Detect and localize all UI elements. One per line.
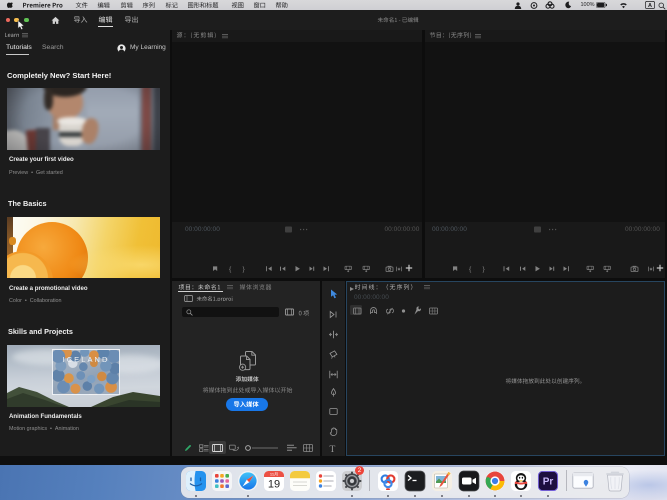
- svg-text:19: 19: [268, 478, 280, 490]
- svg-text:{: {: [229, 266, 232, 273]
- svg-text:11月: 11月: [270, 471, 278, 476]
- svg-text:}: }: [483, 266, 486, 273]
- svg-text:A: A: [648, 3, 652, 9]
- svg-text:Pr: Pr: [543, 476, 554, 487]
- svg-text:}: }: [243, 266, 246, 273]
- svg-text:{: {: [469, 266, 472, 273]
